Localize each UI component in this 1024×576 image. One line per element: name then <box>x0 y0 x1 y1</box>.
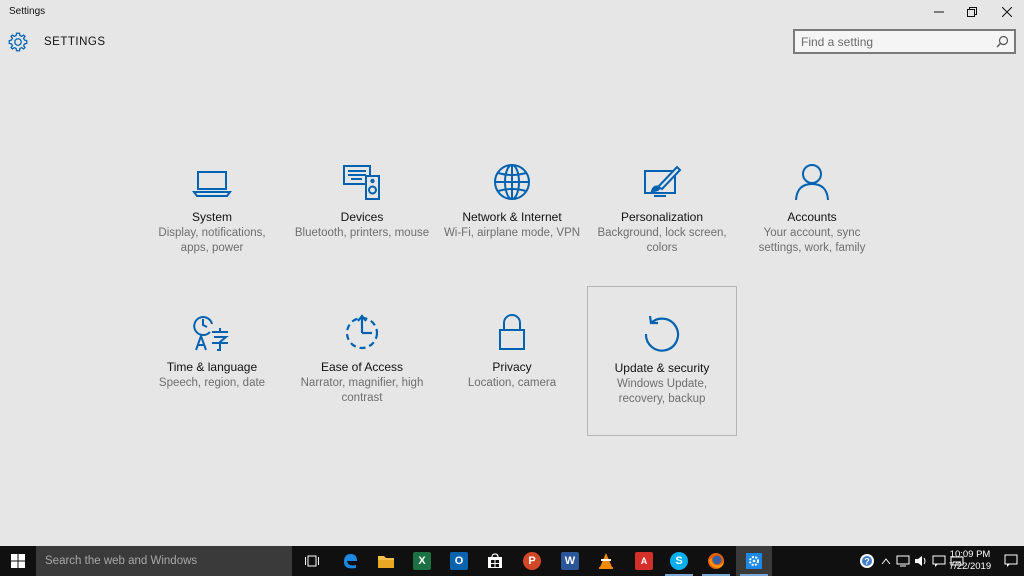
category-label: Privacy <box>492 360 532 374</box>
category-devices[interactable]: Devices Bluetooth, printers, mouse <box>287 136 437 286</box>
category-description: Speech, region, date <box>158 377 266 389</box>
folder-icon <box>378 556 394 568</box>
help-icon: ? <box>860 554 874 568</box>
store-app[interactable] <box>477 546 513 576</box>
clock[interactable]: 10:09 PM 7/22/2019 <box>946 549 994 573</box>
outlook-icon: O <box>450 552 468 570</box>
file-explorer-app[interactable] <box>368 546 404 576</box>
category-time-language[interactable]: Time & language Speech, region, date <box>137 286 287 436</box>
category-label: Ease of Access <box>320 360 404 374</box>
close-icon <box>1002 7 1012 17</box>
gear-icon <box>746 553 762 569</box>
message-icon <box>932 555 946 567</box>
network-icon <box>896 555 910 567</box>
category-description: Narrator, magnifier, high contrast <box>300 377 424 404</box>
network-tray-icon[interactable] <box>894 546 912 576</box>
outlook-app[interactable]: O <box>441 546 477 576</box>
category-privacy[interactable]: Privacy Location, camera <box>437 286 587 436</box>
close-button[interactable] <box>990 0 1024 24</box>
show-hidden-icons-button[interactable] <box>878 546 894 576</box>
category-accounts[interactable]: Accounts Your account, sync settings, wo… <box>737 136 887 286</box>
taskbar: X O P W A S ? 10:09 PM <box>0 546 1024 576</box>
action-center-button[interactable] <box>998 546 1024 576</box>
category-description: Your account, sync settings, work, famil… <box>758 227 866 254</box>
category-description: Bluetooth, printers, mouse <box>294 227 430 239</box>
devices-icon <box>342 162 382 202</box>
word-icon: W <box>561 552 579 570</box>
person-icon <box>792 162 832 202</box>
edge-icon <box>344 554 357 569</box>
minimize-button[interactable] <box>922 0 956 24</box>
category-description: Windows Update, recovery, backup <box>616 378 708 405</box>
clock-time: 10:09 PM <box>949 549 991 560</box>
help-tray-icon[interactable]: ? <box>856 546 878 576</box>
task-view-button[interactable] <box>294 546 330 576</box>
taskbar-search[interactable] <box>36 546 292 576</box>
settings-app[interactable] <box>736 546 772 576</box>
category-label: Time & language <box>166 360 258 374</box>
category-description: Background, lock screen, colors <box>597 227 727 254</box>
chevron-up-icon <box>881 558 891 565</box>
skype-app[interactable]: S <box>661 546 697 576</box>
acrobat-app[interactable]: A <box>626 546 662 576</box>
vlc-icon <box>599 553 613 569</box>
category-system[interactable]: System Display, notifications, apps, pow… <box>137 136 287 286</box>
restore-button[interactable] <box>955 0 989 24</box>
windows-logo-icon <box>11 554 25 568</box>
restore-icon <box>967 7 977 17</box>
store-icon <box>488 553 502 568</box>
app-title: Settings <box>9 6 46 17</box>
category-label: Network & Internet <box>462 210 562 224</box>
volume-tray-icon[interactable] <box>912 546 930 576</box>
start-button[interactable] <box>0 546 36 576</box>
category-network-internet[interactable]: Network & Internet Wi-Fi, airplane mode,… <box>437 136 587 286</box>
excel-icon: X <box>413 552 431 570</box>
firefox-icon <box>708 553 724 569</box>
header: SETTINGS <box>0 28 1024 58</box>
category-label: Devices <box>340 210 384 224</box>
taskbar-search-input[interactable] <box>45 554 275 568</box>
update-icon <box>642 313 682 353</box>
category-personalization[interactable]: Personalization Background, lock screen,… <box>587 136 737 286</box>
skype-icon: S <box>670 552 688 570</box>
task-view-icon <box>305 555 319 567</box>
vlc-app[interactable] <box>588 546 624 576</box>
minimize-icon <box>934 11 944 13</box>
powerpoint-app[interactable]: P <box>514 546 550 576</box>
find-setting-search[interactable] <box>793 29 1016 54</box>
category-description: Location, camera <box>467 377 557 389</box>
category-label: Accounts <box>787 210 837 224</box>
notification-icon <box>1004 554 1018 567</box>
volume-icon <box>915 556 926 566</box>
category-ease-of-access[interactable]: Ease of Access Narrator, magnifier, high… <box>287 286 437 436</box>
word-app[interactable]: W <box>552 546 588 576</box>
category-label: System <box>191 210 232 224</box>
acrobat-icon: A <box>635 552 653 570</box>
clock-date: 7/22/2019 <box>948 561 992 572</box>
laptop-icon <box>192 162 232 202</box>
gear-icon <box>8 32 28 52</box>
search-input[interactable] <box>801 34 986 50</box>
paint-icon <box>642 162 682 202</box>
ease-of-access-icon <box>342 312 382 352</box>
time-language-icon <box>192 312 232 352</box>
svg-text:?: ? <box>864 557 870 567</box>
globe-icon <box>492 162 532 202</box>
settings-window: Settings SETTINGS Find a setting System … <box>0 0 1024 546</box>
category-description: Wi-Fi, airplane mode, VPN <box>443 227 581 239</box>
edge-app[interactable] <box>332 546 368 576</box>
page-title: SETTINGS <box>44 36 106 48</box>
category-label: Personalization <box>620 210 704 224</box>
firefox-app[interactable] <box>698 546 734 576</box>
excel-app[interactable]: X <box>404 546 440 576</box>
category-description: Display, notifications, apps, power <box>158 227 266 254</box>
title-bar[interactable]: Settings <box>0 0 1024 24</box>
search-icon[interactable] <box>996 35 1009 48</box>
category-label: Update & security <box>614 361 710 375</box>
powerpoint-icon: P <box>523 552 541 570</box>
category-update-security[interactable]: Update & security Windows Update, recove… <box>587 286 737 436</box>
lock-icon <box>492 312 532 352</box>
